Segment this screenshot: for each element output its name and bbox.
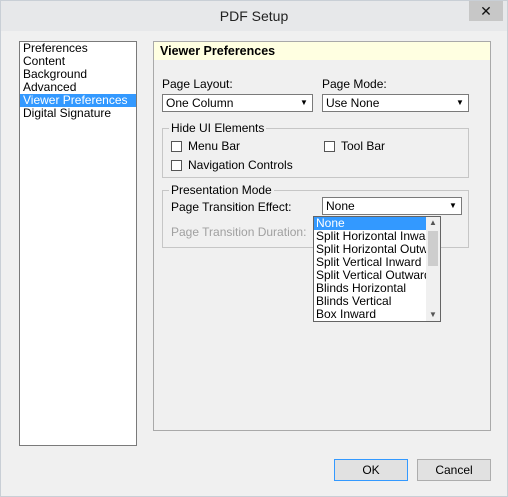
chevron-down-icon: ▼ [453, 96, 467, 110]
page-transition-effect-dropdown-list[interactable]: None Split Horizontal Inward Split Horizon… [313, 216, 441, 322]
navigation-controls-label: Navigation Controls [188, 158, 293, 172]
page-transition-effect-label: Page Transition Effect: [171, 200, 292, 214]
scroll-thumb[interactable] [428, 231, 438, 266]
page-transition-effect-value: None [326, 199, 355, 213]
tool-bar-checkbox[interactable] [324, 141, 335, 152]
category-list[interactable]: Preferences Content Background Advanced View… [19, 41, 137, 446]
panel-header: Viewer Preferences [154, 42, 490, 60]
chevron-down-icon: ▼ [297, 96, 311, 110]
scroll-up-icon[interactable]: ▲ [426, 217, 440, 229]
tool-bar-label: Tool Bar [341, 139, 386, 153]
dropdown-option[interactable]: Box Inward [314, 308, 440, 321]
close-icon[interactable]: ✕ [469, 1, 503, 21]
presentation-mode-title: Presentation Mode [169, 183, 274, 197]
scroll-down-icon[interactable]: ▼ [426, 309, 440, 321]
title-bar: PDF Setup ✕ [1, 1, 507, 31]
menu-bar-checkbox[interactable] [171, 141, 182, 152]
hide-ui-elements-title: Hide UI Elements [169, 121, 267, 135]
page-transition-effect-select[interactable]: None ▼ [322, 197, 462, 215]
menu-bar-label: Menu Bar [188, 139, 241, 153]
page-layout-label: Page Layout: [162, 77, 233, 91]
page-layout-value: One Column [166, 96, 234, 110]
ok-button[interactable]: OK [334, 459, 408, 481]
page-layout-select[interactable]: One Column ▼ [162, 94, 313, 112]
page-mode-label: Page Mode: [322, 77, 387, 91]
page-transition-duration-label: Page Transition Duration: [171, 225, 307, 239]
navigation-controls-checkbox[interactable] [171, 160, 182, 171]
chevron-down-icon: ▼ [446, 199, 460, 213]
cancel-button[interactable]: Cancel [417, 459, 491, 481]
nav-item-digital-signature[interactable]: Digital Signature [20, 107, 136, 120]
page-mode-select[interactable]: Use None ▼ [322, 94, 469, 112]
window-title: PDF Setup [219, 8, 289, 24]
dropdown-options: None Split Horizontal Inward Split Horizon… [314, 217, 440, 321]
page-mode-value: Use None [326, 96, 380, 110]
hide-ui-elements-group: Hide UI Elements Menu Bar Tool Bar Navig… [162, 121, 469, 178]
pdf-setup-dialog: PDF Setup ✕ Preferences Content Background… [0, 0, 508, 497]
dropdown-scrollbar[interactable]: ▲ ▼ [426, 217, 440, 321]
